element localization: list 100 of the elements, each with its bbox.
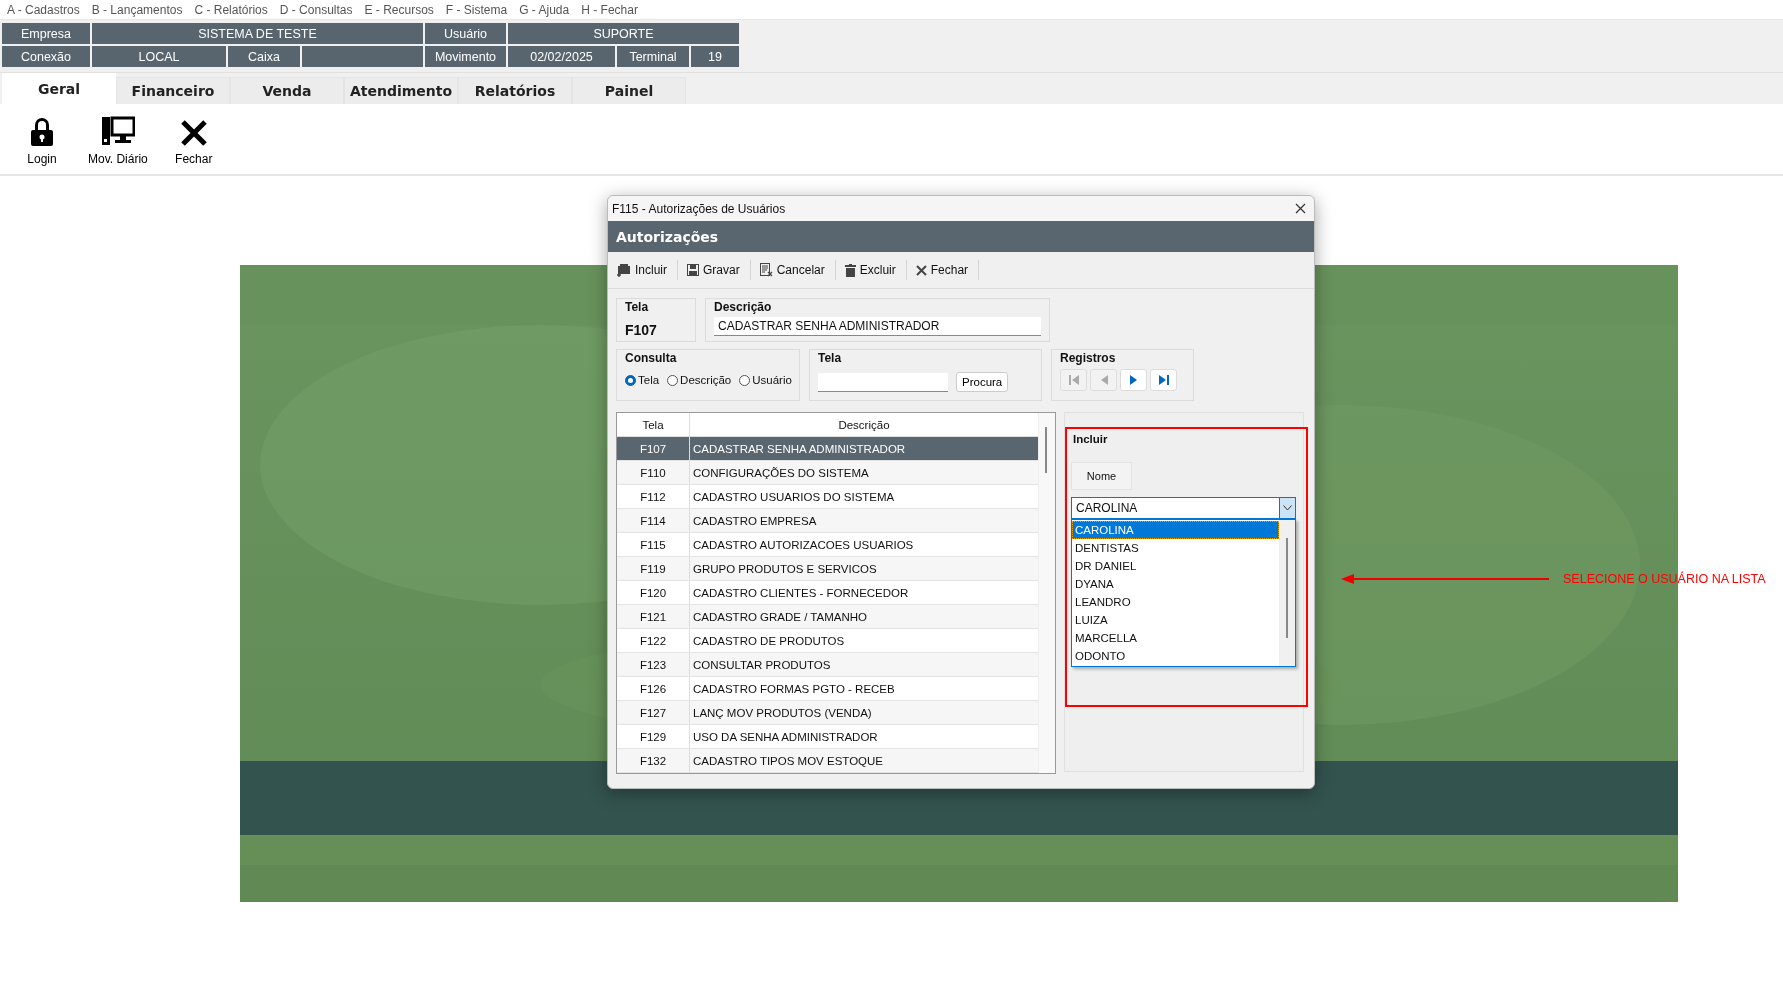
dropdown-option[interactable]: DR DANIEL: [1072, 557, 1279, 575]
ribbon-button[interactable]: Fechar: [163, 112, 224, 166]
search-button[interactable]: Procura: [956, 372, 1009, 392]
table-row[interactable]: F112 CADASTRO USUARIOS DO SISTEMA: [617, 485, 1038, 509]
nav-button[interactable]: [1120, 369, 1147, 391]
radio-button[interactable]: [739, 374, 751, 386]
toolbar-button[interactable]: Cancelar: [756, 261, 833, 279]
table-cell: F114: [617, 509, 690, 532]
table-row[interactable]: F115 CADASTRO AUTORIZACOES USUARIOS: [617, 533, 1038, 557]
table-row[interactable]: F126 CADASTRO FORMAS PGTO - RECEB: [617, 677, 1038, 701]
panel-header: Autorizações: [608, 221, 1314, 252]
table-row[interactable]: F121 CADASTRO GRADE / TAMANHO: [617, 605, 1038, 629]
info-value: SUPORTE: [508, 23, 739, 44]
table-cell-text: CADASTRO EMPRESA: [692, 513, 818, 529]
column-header[interactable]: Descrição: [690, 413, 1038, 436]
tab[interactable]: Atendimento: [344, 77, 458, 104]
radio-option[interactable]: Usuário: [739, 374, 792, 386]
close-icon: [915, 264, 927, 276]
dropdown-option[interactable]: LUIZA: [1072, 611, 1279, 629]
window-title: F115 - Autorizações de Usuários: [612, 201, 786, 216]
radio-option[interactable]: Tela: [625, 374, 660, 386]
table-cell-text: CADASTRO USUARIOS DO SISTEMA: [692, 489, 896, 505]
info-value: SISTEMA DE TESTE: [92, 23, 423, 44]
table-cell-text: CADASTRO TIPOS MOV ESTOQUE: [692, 753, 884, 769]
dropdown-option[interactable]: LEANDRO: [1072, 593, 1279, 611]
ribbon-button[interactable]: Mov. Diário: [82, 112, 154, 166]
toolbar-button[interactable]: Incluir: [614, 261, 675, 279]
panel-title: Incluir: [1073, 433, 1108, 445]
dropdown-option[interactable]: ODONTO: [1072, 647, 1279, 665]
field-label: Tela: [625, 300, 649, 314]
radio-button[interactable]: [667, 374, 679, 386]
info-label: Movimento: [425, 46, 506, 67]
info-label: Caixa: [228, 46, 300, 67]
table-cell: F129: [617, 725, 690, 748]
ribbon-button[interactable]: Login: [12, 112, 72, 166]
field-label: Descrição: [714, 300, 772, 314]
table-cell: F120: [617, 581, 690, 604]
table-row[interactable]: F127 LANÇ MOV PRODUTOS (VENDA): [617, 701, 1038, 725]
table-cell-text: CONSULTAR PRODUTOS: [692, 657, 832, 673]
table-cell: F122: [617, 629, 690, 652]
info-label: Conexão: [2, 46, 90, 67]
tab[interactable]: Painel: [572, 77, 686, 104]
table-cell-text: CADASTRO AUTORIZACOES USUARIOS: [692, 537, 915, 553]
menu-item[interactable]: G - Ajuda: [519, 2, 570, 17]
menu-item[interactable]: D - Consultas: [279, 2, 353, 17]
menu-item[interactable]: F - Sistema: [445, 2, 508, 17]
scrollbar[interactable]: [1279, 520, 1295, 666]
input-field[interactable]: [818, 372, 948, 392]
table-row[interactable]: F129 USO DA SENHA ADMINISTRADOR: [617, 725, 1038, 749]
close-icon: [1295, 203, 1306, 214]
folder-plus-icon: [617, 263, 631, 277]
radio-option[interactable]: Descrição: [667, 374, 732, 386]
table-cell: F123: [617, 653, 690, 676]
table-row[interactable]: F122 CADASTRO DE PRODUTOS: [617, 629, 1038, 653]
menu-item[interactable]: H - Fechar: [581, 2, 638, 17]
table-row[interactable]: F120 CADASTRO CLIENTES - FORNECEDOR: [617, 581, 1038, 605]
table-cell: F126: [617, 677, 690, 700]
tab[interactable]: Relatórios: [458, 77, 572, 104]
radio-button[interactable]: [625, 374, 636, 386]
tab[interactable]: Financeiro: [116, 77, 230, 104]
table-cell: F119: [617, 557, 690, 580]
table-row[interactable]: F107 CADASTRAR SENHA ADMINISTRADOR: [617, 437, 1038, 461]
table-cell: F127: [617, 701, 690, 724]
tab[interactable]: Venda: [230, 77, 344, 104]
dropdown-option[interactable]: DENTISTAS: [1072, 539, 1279, 557]
table-cell: F112: [617, 485, 690, 508]
dropdown-option[interactable]: DYANA: [1072, 575, 1279, 593]
menu-item[interactable]: E - Recursos: [364, 2, 434, 17]
column-header[interactable]: Nome: [1071, 462, 1132, 490]
toolbar-button[interactable]: Excluir: [841, 261, 904, 279]
table-cell-text: CADASTRO GRADE / TAMANHO: [692, 609, 868, 625]
first-record-icon: [1067, 375, 1080, 385]
dropdown-option[interactable]: MARCELLA: [1072, 629, 1279, 647]
table-cell: F107: [617, 437, 690, 460]
trash-icon: [844, 263, 856, 277]
close-button[interactable]: [1293, 201, 1308, 216]
table-row[interactable]: F123 CONSULTAR PRODUTOS: [617, 653, 1038, 677]
field-label: Tela: [818, 351, 842, 365]
menu-item[interactable]: B - Lançamentos: [91, 2, 183, 17]
table-cell-text: CADASTRO DE PRODUTOS: [692, 633, 846, 649]
scrollbar[interactable]: [1038, 413, 1055, 773]
nav-button[interactable]: [1150, 369, 1177, 391]
table-row[interactable]: F132 CADASTRO TIPOS MOV ESTOQUE: [617, 749, 1038, 773]
menu-item[interactable]: C - Relatórios: [194, 2, 268, 17]
menu-item[interactable]: A - Cadastros: [7, 2, 80, 17]
table-cell-text: CADASTRO CLIENTES - FORNECEDOR: [692, 585, 910, 601]
document-x-icon: [759, 263, 773, 277]
table-cell: F115: [617, 533, 690, 556]
toolbar-button[interactable]: Gravar: [684, 261, 748, 279]
toolbar-button[interactable]: Fechar: [912, 261, 977, 279]
save-icon: [687, 264, 699, 276]
table-row[interactable]: F114 CADASTRO EMPRESA: [617, 509, 1038, 533]
dropdown-option[interactable]: CAROLINA: [1072, 521, 1279, 539]
input-field[interactable]: CADASTRAR SENHA ADMINISTRADOR: [714, 317, 1041, 336]
dropdown-field[interactable]: CAROLINA: [1071, 497, 1296, 519]
column-header[interactable]: Tela: [617, 413, 690, 436]
tab[interactable]: Geral: [2, 73, 116, 104]
table-row[interactable]: F110 CONFIGURAÇÕES DO SISTEMA: [617, 461, 1038, 485]
table-row[interactable]: F119 GRUPO PRODUTOS E SERVICOS: [617, 557, 1038, 581]
table-cell: F121: [617, 605, 690, 628]
